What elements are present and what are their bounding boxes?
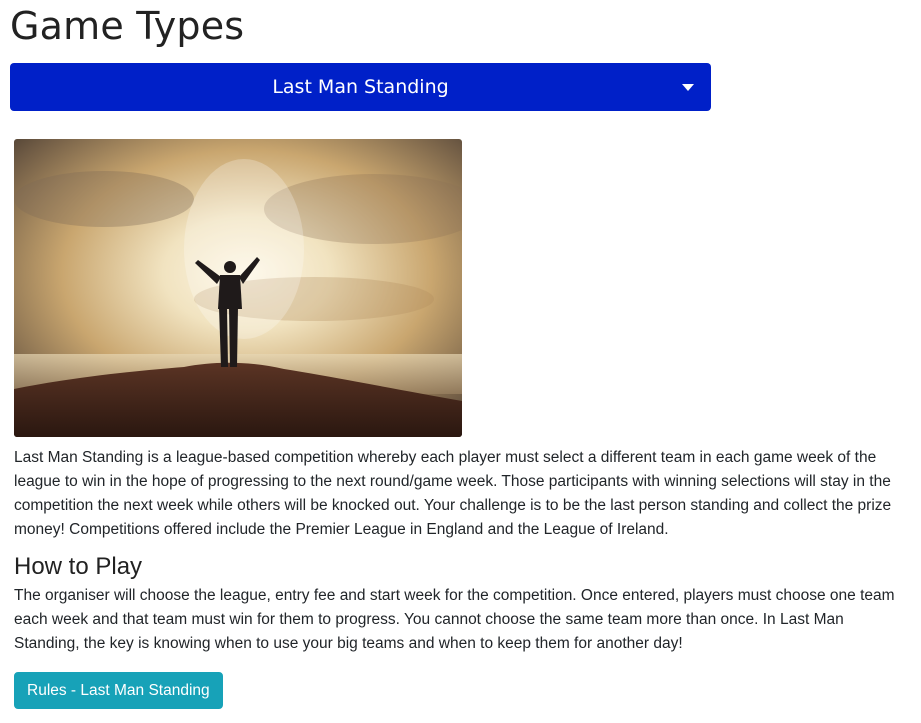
how-to-play-text: The organiser will choose the league, en… <box>14 587 895 652</box>
page-title: Game Types <box>10 4 245 48</box>
hero-image <box>14 139 462 437</box>
chevron-down-icon <box>682 84 694 91</box>
rules-button[interactable]: Rules - Last Man Standing <box>14 672 223 709</box>
game-description: Last Man Standing is a league-based comp… <box>14 449 892 538</box>
game-type-selected-value: Last Man Standing <box>272 76 449 98</box>
how-to-play-heading: How to Play <box>14 553 143 580</box>
game-type-select[interactable]: Last Man Standing <box>10 63 711 111</box>
